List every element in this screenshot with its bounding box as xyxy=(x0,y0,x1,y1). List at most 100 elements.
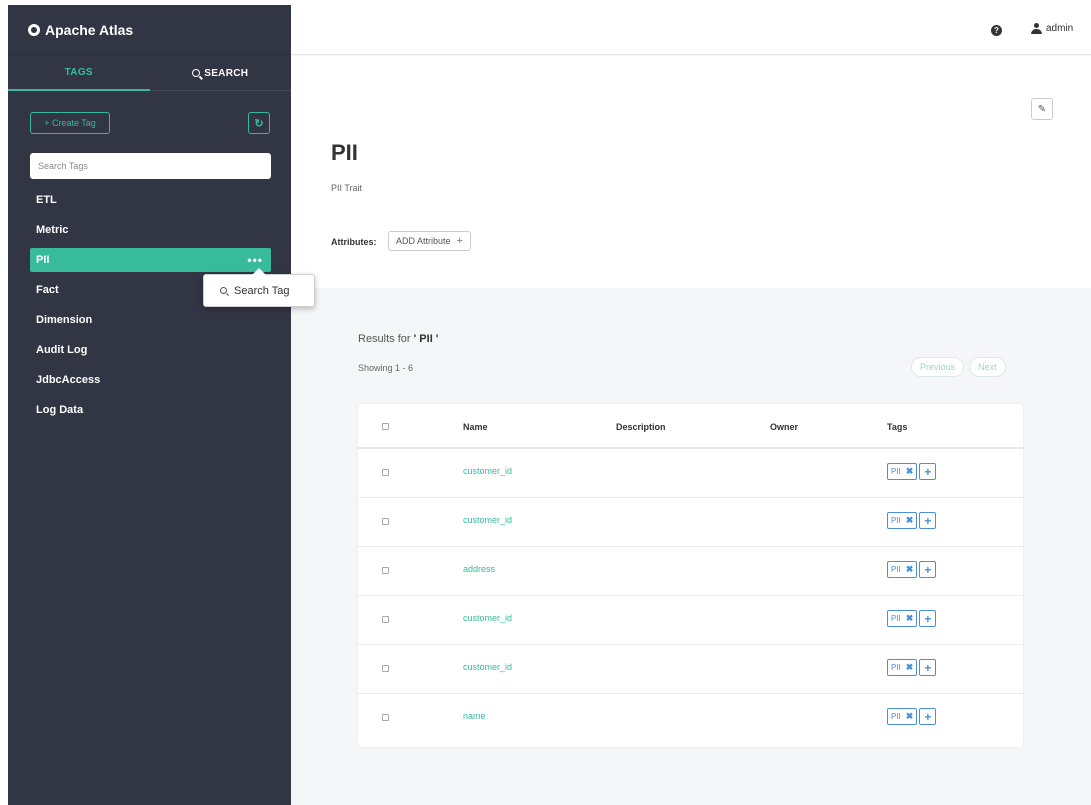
results-heading: Results for ' PII ' xyxy=(358,333,438,345)
add-tag-icon[interactable]: + xyxy=(919,561,937,578)
previous-button[interactable]: Previous xyxy=(911,357,965,377)
sidebar-tabs: TAGS SEARCH xyxy=(8,55,291,91)
sidebar-item-log-data[interactable]: Log Data xyxy=(30,395,271,425)
tag-label: Log Data xyxy=(36,404,84,416)
table-row: customer_id PII ✖ + xyxy=(358,645,1023,694)
tab-search[interactable]: SEARCH xyxy=(150,55,292,91)
tag-chip-label: PII xyxy=(891,565,901,574)
refresh-icon[interactable]: ↻ xyxy=(248,112,270,134)
entity-name-link[interactable]: customer_id xyxy=(463,662,512,672)
row-checkbox[interactable] xyxy=(382,616,389,623)
search-icon xyxy=(220,287,227,294)
sidebar-item-audit-log[interactable]: Audit Log xyxy=(30,335,271,365)
tag-chip[interactable]: PII ✖ xyxy=(887,463,918,480)
brand[interactable]: Apache Atlas xyxy=(8,5,291,55)
add-tag-icon[interactable]: + xyxy=(919,610,937,627)
entity-name-link[interactable]: name xyxy=(463,711,486,721)
sidebar: Apache Atlas TAGS SEARCH + Create Tag ↻ … xyxy=(8,5,291,805)
sidebar-item-etl[interactable]: ETL xyxy=(30,185,271,215)
tag-detail-panel: ✎ PII PII Trait Attributes: ADD Attribut… xyxy=(291,56,1091,288)
main-content: ? admin ✎ PII PII Trait Attributes: ADD … xyxy=(291,5,1091,805)
sidebar-item-pii[interactable]: PII ••• xyxy=(30,248,271,272)
tag-chip[interactable]: PII ✖ xyxy=(887,512,918,529)
add-tag-icon[interactable]: + xyxy=(919,512,937,529)
row-checkbox[interactable] xyxy=(382,567,389,574)
table-row: address PII ✖ + xyxy=(358,547,1023,596)
attributes-label: Attributes: xyxy=(331,237,377,247)
tag-actions: + Create Tag ↻ xyxy=(30,112,270,134)
tab-tags[interactable]: TAGS xyxy=(8,55,150,91)
top-bar: ? admin xyxy=(291,5,1091,55)
remove-tag-icon[interactable]: ✖ xyxy=(906,711,914,722)
next-button[interactable]: Next xyxy=(969,357,1006,377)
column-header-tags[interactable]: Tags xyxy=(887,422,907,432)
question-circle-icon[interactable]: ? xyxy=(991,25,1002,36)
tag-label: PII xyxy=(36,254,50,266)
tag-chip-group: PII ✖ + xyxy=(887,610,937,627)
table-row: name PII ✖ + xyxy=(358,694,1023,743)
sidebar-item-jdbcaccess[interactable]: JdbcAccess xyxy=(30,365,271,395)
results-query: ' PII ' xyxy=(410,333,439,345)
tag-label: JdbcAccess xyxy=(36,374,101,386)
search-tags-input[interactable] xyxy=(30,153,271,179)
tag-label: Fact xyxy=(36,284,59,296)
tag-chip-label: PII xyxy=(891,614,901,623)
tag-chip[interactable]: PII ✖ xyxy=(887,610,918,627)
app: Apache Atlas TAGS SEARCH + Create Tag ↻ … xyxy=(8,5,1091,805)
row-checkbox[interactable] xyxy=(382,714,389,721)
remove-tag-icon[interactable]: ✖ xyxy=(906,662,914,673)
pencil-icon[interactable]: ✎ xyxy=(1031,98,1053,120)
column-header-name[interactable]: Name xyxy=(463,422,488,432)
app-title: Apache Atlas xyxy=(45,21,134,38)
tag-chip[interactable]: PII ✖ xyxy=(887,561,918,578)
remove-tag-icon[interactable]: ✖ xyxy=(906,613,914,624)
column-header-description[interactable]: Description xyxy=(616,422,666,432)
table-row: customer_id PII ✖ + xyxy=(358,596,1023,645)
showing-count: Showing 1 - 6 xyxy=(358,363,414,373)
add-tag-icon[interactable]: + xyxy=(919,708,937,725)
globe-icon xyxy=(28,23,40,36)
user-icon xyxy=(1031,23,1042,34)
results-prefix: Results for xyxy=(358,333,411,345)
column-header-owner[interactable]: Owner xyxy=(770,422,798,432)
add-attribute-label: ADD Attribute xyxy=(396,236,451,246)
remove-tag-icon[interactable]: ✖ xyxy=(906,515,914,526)
user-menu[interactable]: admin xyxy=(1031,23,1073,34)
tab-tags-label: TAGS xyxy=(64,66,93,78)
entity-name-link[interactable]: customer_id xyxy=(463,466,512,476)
plus-icon: + xyxy=(456,235,463,247)
tag-chip-group: PII ✖ + xyxy=(887,512,937,529)
tag-chip[interactable]: PII ✖ xyxy=(887,708,918,725)
select-all-checkbox[interactable] xyxy=(382,423,389,430)
sidebar-item-dimension[interactable]: Dimension xyxy=(30,305,271,335)
page-title: PII xyxy=(331,140,358,165)
popover-label: Search Tag xyxy=(234,284,290,297)
table-header: Name Description Owner Tags xyxy=(358,404,1023,449)
entity-name-link[interactable]: customer_id xyxy=(463,515,512,525)
tag-label: ETL xyxy=(36,194,57,206)
tag-description: PII Trait xyxy=(331,183,363,193)
sidebar-item-metric[interactable]: Metric xyxy=(30,215,271,245)
user-name: admin xyxy=(1046,23,1074,34)
entity-name-link[interactable]: address xyxy=(463,564,495,574)
tag-label: Audit Log xyxy=(36,344,88,356)
create-tag-button[interactable]: + Create Tag xyxy=(30,112,110,134)
tag-chip-label: PII xyxy=(891,712,901,721)
row-checkbox[interactable] xyxy=(382,469,389,476)
row-checkbox[interactable] xyxy=(382,665,389,672)
results-table: Name Description Owner Tags customer_id … xyxy=(358,404,1023,747)
entity-name-link[interactable]: customer_id xyxy=(463,613,512,623)
tag-label: Dimension xyxy=(36,314,93,326)
search-tag-popover[interactable]: Search Tag xyxy=(203,268,315,307)
more-options-icon[interactable]: ••• xyxy=(247,253,263,267)
tag-chip-group: PII ✖ + xyxy=(887,463,937,480)
row-checkbox[interactable] xyxy=(382,518,389,525)
add-tag-icon[interactable]: + xyxy=(919,463,937,480)
remove-tag-icon[interactable]: ✖ xyxy=(906,466,914,477)
remove-tag-icon[interactable]: ✖ xyxy=(906,564,914,575)
tag-chip[interactable]: PII ✖ xyxy=(887,659,918,676)
tag-label: Metric xyxy=(36,224,69,236)
add-tag-icon[interactable]: + xyxy=(919,659,937,676)
add-attribute-button[interactable]: ADD Attribute + xyxy=(388,231,471,251)
tag-chip-label: PII xyxy=(891,663,901,672)
